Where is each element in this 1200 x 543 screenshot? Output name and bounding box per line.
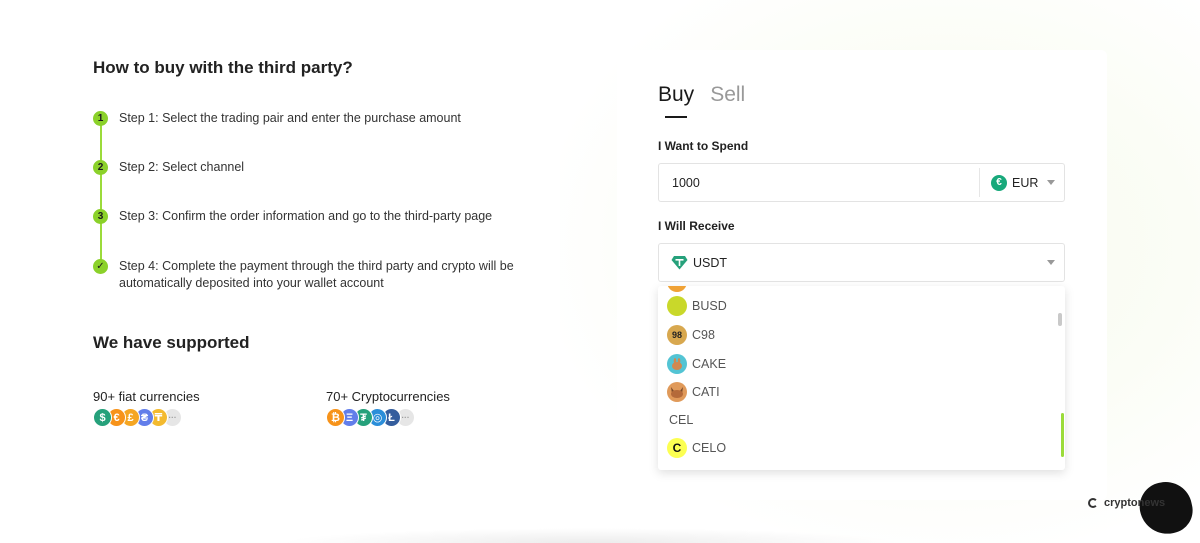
spend-field: 1000 € EUR	[658, 163, 1065, 202]
step-2-marker: 2	[93, 160, 108, 175]
fiat-coin-icon: $	[93, 408, 112, 427]
step-4-text: Step 4: Complete the payment through the…	[119, 259, 514, 290]
dropdown-item-cel[interactable]: CEL	[669, 409, 693, 431]
watermark-text: cryptonews	[1104, 497, 1166, 509]
dropdown-item-label: CEL	[669, 413, 694, 427]
spend-currency-select[interactable]: € EUR	[979, 168, 1064, 197]
step-4: ✓ Step 4: Complete the payment through t…	[93, 258, 519, 292]
receive-label: I Will Receive	[658, 219, 735, 233]
dropdown-scroll-indicator	[1061, 413, 1064, 457]
dropdown-item-label: CATI	[692, 385, 720, 399]
dropdown-item-label: C98	[692, 328, 715, 342]
fiat-block: 90+ fiat currencies $ € £ ₴ ₸ ···	[93, 389, 200, 427]
busd-icon	[667, 296, 687, 316]
step-2: 2 Step 2: Select channel	[93, 159, 244, 176]
crypto-label: 70+ Cryptocurrencies	[326, 389, 450, 404]
dropdown-item-label: CELO	[692, 441, 727, 455]
watermark: cryptonews	[1088, 497, 1165, 509]
cryptonews-logo-icon	[1088, 498, 1098, 508]
step-3: 3 Step 3: Confirm the order information …	[93, 208, 492, 225]
step-4-check-icon: ✓	[93, 259, 108, 274]
celo-icon: C	[667, 438, 687, 458]
fiat-label: 90+ fiat currencies	[93, 389, 200, 404]
step-3-marker: 3	[93, 209, 108, 224]
dropdown-item-cati[interactable]: CATI	[667, 381, 720, 403]
crypto-icons: ₿ Ξ ₮ ◎ Ł ···	[326, 408, 450, 427]
spend-currency-text: EUR	[1012, 175, 1039, 190]
step-2-text: Step 2: Select channel	[119, 160, 245, 174]
receive-currency-select[interactable]: USDT	[658, 243, 1065, 282]
currency-dropdown: BUSD 98 C98 CAKE CATI CEL C CELO	[658, 286, 1065, 470]
guide-title: How to buy with the third party?	[93, 58, 353, 77]
spend-amount-input[interactable]: 1000	[659, 176, 979, 190]
usdt-diamond-icon	[670, 254, 688, 272]
dropdown-item-cake[interactable]: CAKE	[667, 353, 726, 375]
dropdown-item-celo[interactable]: C CELO	[667, 437, 726, 459]
crypto-block: 70+ Cryptocurrencies ₿ Ξ ₮ ◎ Ł ···	[326, 389, 450, 427]
cake-icon	[667, 354, 687, 374]
dropdown-item-c98[interactable]: 98 C98	[667, 324, 715, 346]
trade-card: Buy Sell I Want to Spend 1000 € EUR I Wi…	[617, 50, 1107, 500]
fiat-icons: $ € £ ₴ ₸ ···	[93, 408, 200, 427]
tab-buy[interactable]: Buy	[658, 83, 694, 107]
supported-title: We have supported	[93, 333, 250, 352]
cati-icon	[667, 382, 687, 402]
trade-tabs: Buy Sell	[658, 83, 761, 107]
dropdown-item-label: CAKE	[692, 357, 727, 371]
dropdown-scrollbar-thumb[interactable]	[1058, 313, 1062, 326]
guide-section: How to buy with the third party? 1 Step …	[93, 0, 563, 543]
receive-currency-text: USDT	[693, 255, 728, 270]
chevron-down-icon	[1047, 180, 1055, 185]
tab-sell[interactable]: Sell	[710, 83, 745, 107]
crypto-coin-icon: ₿	[326, 408, 345, 427]
partial-coin-icon	[667, 286, 687, 292]
step-3-text: Step 3: Confirm the order information an…	[119, 209, 493, 223]
dropdown-item-label: BUSD	[692, 299, 727, 313]
dropdown-item-busd[interactable]: BUSD	[667, 295, 727, 317]
active-tab-indicator	[665, 116, 687, 118]
chevron-down-icon	[1047, 260, 1055, 265]
step-1-marker: 1	[93, 111, 108, 126]
step-1-text: Step 1: Select the trading pair and ente…	[119, 111, 461, 125]
c98-icon: 98	[667, 325, 687, 345]
euro-icon: €	[991, 174, 1007, 191]
steps-connector-line	[100, 120, 102, 270]
spend-label: I Want to Spend	[658, 139, 749, 153]
step-1: 1 Step 1: Select the trading pair and en…	[93, 110, 461, 127]
